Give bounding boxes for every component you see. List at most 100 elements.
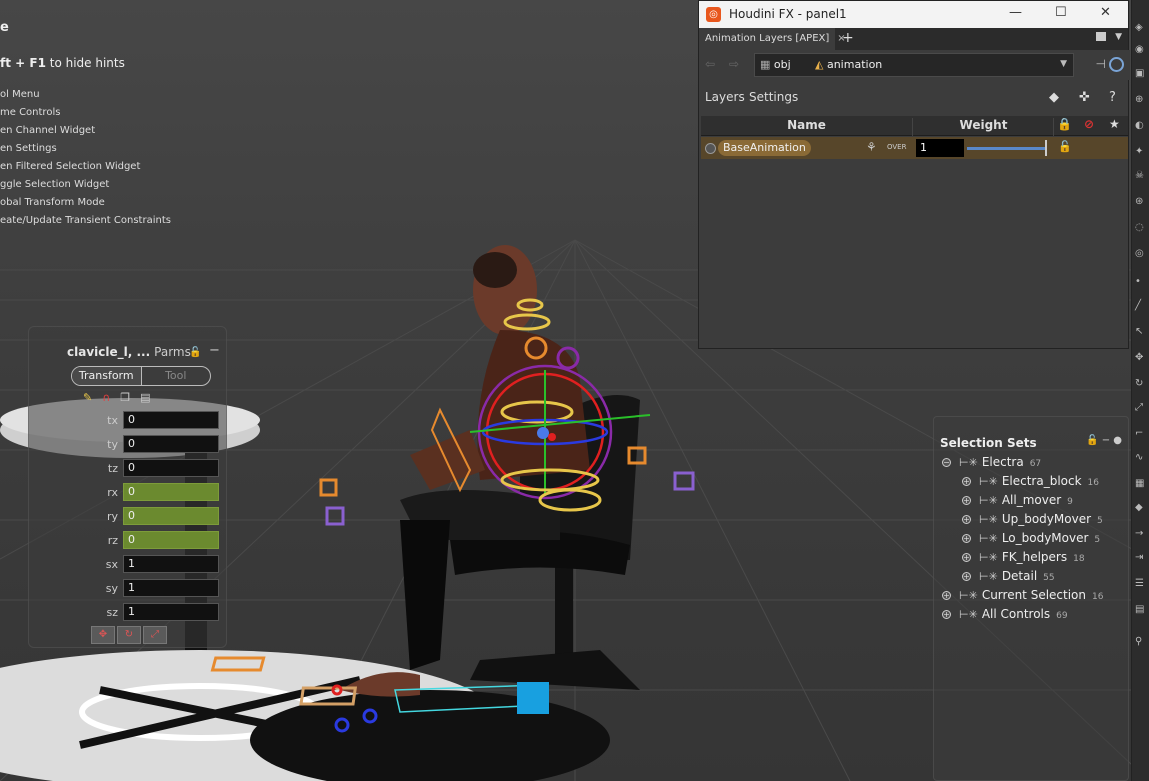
expand-toggle-icon[interactable]: + [942, 610, 951, 619]
settings-menu[interactable]: Settings [749, 90, 798, 104]
add-tab-button[interactable]: + [842, 30, 854, 46]
diamond-icon[interactable]: ◆ [1135, 502, 1147, 514]
help-button[interactable]: ? [1109, 90, 1116, 105]
maximize-button[interactable]: ☐ [1055, 5, 1067, 20]
param-field-sy[interactable]: 1 [123, 579, 219, 597]
lock-column-icon[interactable]: 🔒 [1057, 117, 1072, 131]
rotate-icon[interactable]: ↻ [1135, 378, 1147, 390]
add-rig-layer-icon[interactable]: ✜ [1079, 90, 1090, 105]
minimize-button[interactable]: — [1009, 5, 1022, 20]
expand-toggle-icon[interactable]: + [962, 572, 971, 581]
lock-icon[interactable]: 🔓 [1086, 435, 1098, 446]
expand-toggle-icon[interactable]: + [942, 591, 951, 600]
layer-row-baseanimation[interactable]: BaseAnimation ⚘ OVER 1 🔓 [701, 137, 1128, 159]
curve-icon[interactable]: ∿ [1135, 452, 1147, 464]
camera-icon[interactable]: ◐ [1135, 120, 1147, 132]
mute-column-icon[interactable]: ⊘ [1084, 117, 1094, 131]
selection-set-row[interactable]: + ⊢✳ FK_helpers 18 [962, 550, 1085, 568]
column-name[interactable]: Name [701, 118, 913, 136]
pin-icon[interactable]: ⊣ [1096, 57, 1106, 71]
param-field-ry[interactable]: 0 [123, 507, 219, 525]
brush-icon[interactable]: ✎ [83, 391, 92, 404]
node-path-field[interactable]: ▦ obj ◭ animation ▼ [754, 53, 1074, 77]
copy-icon[interactable]: ❐ [120, 391, 130, 404]
grid-icon[interactable]: ▦ [1135, 478, 1147, 490]
scale-icon[interactable]: ⤢ [1135, 402, 1147, 414]
handle-icon[interactable]: ◎ [1135, 248, 1147, 260]
link-radial-icon[interactable] [1109, 57, 1124, 72]
eye-icon[interactable]: ◉ [1135, 44, 1147, 56]
ghost-icon[interactable]: ◌ [1135, 222, 1147, 234]
tab-transform[interactable]: Transform [72, 367, 142, 385]
arrow-right-icon[interactable]: → [1135, 528, 1147, 540]
solo-star-icon[interactable]: ★ [1109, 117, 1120, 131]
param-field-sx[interactable]: 1 [123, 555, 219, 573]
bone-icon[interactable]: ⊛ [1135, 196, 1147, 208]
layer-mode[interactable]: OVER [887, 143, 906, 151]
tab-animation-layers[interactable]: Animation Layers [APEX] × [699, 28, 846, 50]
param-field-ty[interactable]: 0 [123, 435, 219, 453]
layers-menu[interactable]: Layers [705, 90, 745, 104]
corner-icon[interactable]: ⌐ [1135, 428, 1147, 440]
layer-weight-slider[interactable] [967, 147, 1045, 150]
expand-toggle-icon[interactable]: + [962, 553, 971, 562]
location-pin-icon[interactable]: ⚲ [1135, 636, 1147, 648]
layer-unlock-icon[interactable]: 🔓 [1058, 140, 1072, 153]
tab-tool[interactable]: Tool [142, 367, 211, 385]
layer-weight-field[interactable]: 1 [916, 139, 964, 157]
magnet-icon[interactable]: ∩ [102, 391, 110, 404]
back-arrow-icon[interactable]: ⇦ [705, 57, 715, 71]
param-field-rz[interactable]: 0 [123, 531, 219, 549]
image-icon[interactable]: ▤ [1135, 604, 1147, 616]
path-dropdown-icon[interactable]: ▼ [1060, 59, 1067, 69]
selection-set-row[interactable]: + ⊢✳ Detail 55 [962, 569, 1055, 587]
selection-set-row[interactable]: + ⊢✳ Lo_bodyMover 5 [962, 531, 1100, 549]
lock-icon[interactable]: ▣ [1135, 68, 1147, 80]
key-translate-icon[interactable]: ✥ [91, 626, 115, 644]
selection-set-row[interactable]: + ⊢✳ Current Selection 16 [942, 588, 1103, 606]
layer-name[interactable]: BaseAnimation [718, 140, 811, 156]
select-icon[interactable]: ↖ [1135, 326, 1147, 338]
param-field-tx[interactable]: 0 [123, 411, 219, 429]
expand-toggle-icon[interactable]: + [962, 515, 971, 524]
paste-icon[interactable]: ▤ [140, 391, 150, 404]
expand-toggle-icon[interactable]: + [962, 477, 971, 486]
column-weight[interactable]: Weight [914, 118, 1054, 136]
selection-set-row[interactable]: + ⊢✳ All_mover 9 [962, 493, 1073, 511]
path-segment-animation[interactable]: ◭ animation [815, 58, 882, 71]
list-icon[interactable]: ☰ [1135, 578, 1147, 590]
expand-toggle-icon[interactable]: + [962, 496, 971, 505]
key-rotate-icon[interactable]: ↻ [117, 626, 141, 644]
lock-icon[interactable]: 🔓 [189, 347, 201, 358]
collapse-icon[interactable]: − [209, 343, 220, 358]
param-field-tz[interactable]: 0 [123, 459, 219, 477]
expand-toggle-icon[interactable]: + [962, 534, 971, 543]
path-segment-obj[interactable]: ▦ obj [760, 58, 791, 71]
skull-icon[interactable]: ☠ [1135, 170, 1147, 182]
point-icon[interactable]: • [1135, 276, 1147, 288]
view-icon[interactable]: ◈ [1135, 22, 1147, 34]
key-scale-icon[interactable]: ⤢ [143, 626, 167, 644]
edge-icon[interactable]: ╱ [1135, 300, 1147, 312]
close-button[interactable]: ✕ [1100, 5, 1111, 20]
pane-menu-icon[interactable]: ▼ [1115, 32, 1122, 42]
move-icon[interactable]: ✥ [1135, 352, 1147, 364]
add-layer-icon[interactable]: ◆ [1049, 90, 1059, 105]
selection-set-row[interactable]: − ⊢✳ Electra 67 [942, 455, 1041, 473]
layer-active-radio[interactable] [705, 143, 716, 154]
collapse-icon[interactable]: − [1102, 435, 1110, 446]
pane-layout-icon[interactable] [1096, 32, 1106, 41]
selection-set-row[interactable]: + ⊢✳ Electra_block 16 [962, 474, 1099, 492]
flow-icon[interactable]: ⇥ [1135, 552, 1147, 564]
snap-icon[interactable]: ⊕ [1135, 94, 1147, 106]
light-icon[interactable]: ✦ [1135, 146, 1147, 158]
pin-icon[interactable]: ● [1113, 435, 1122, 446]
collapse-toggle-icon[interactable]: − [942, 458, 951, 467]
param-field-rx[interactable]: 0 [123, 483, 219, 501]
window-titlebar[interactable]: ◎ Houdini FX - panel1 — ☐ ✕ [699, 1, 1128, 28]
forward-arrow-icon[interactable]: ⇨ [729, 57, 739, 71]
param-field-sz[interactable]: 1 [123, 603, 219, 621]
selection-set-row[interactable]: + ⊢✳ All Controls 69 [942, 607, 1068, 625]
selection-set-row[interactable]: + ⊢✳ Up_bodyMover 5 [962, 512, 1103, 530]
weight-slider-handle[interactable] [1045, 140, 1047, 156]
